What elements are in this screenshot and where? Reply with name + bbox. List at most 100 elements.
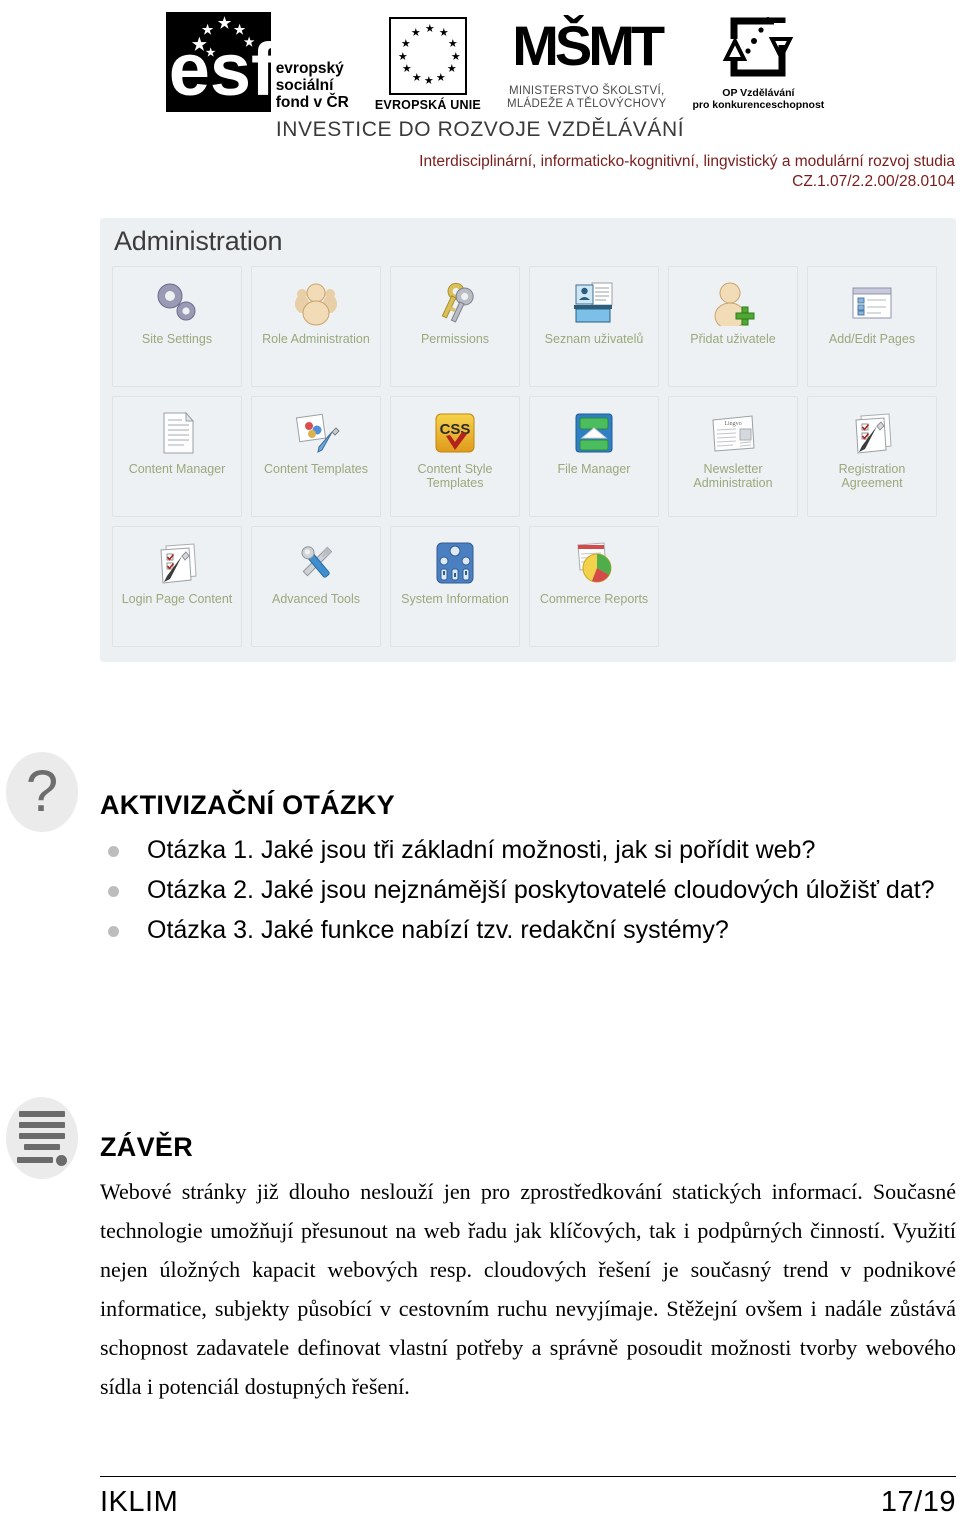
admin-tile-label: Content Style Templates [417, 462, 493, 490]
svg-text:Lingvo: Lingvo [724, 421, 741, 427]
admin-tile-label: Registration Agreement [838, 462, 906, 490]
eu-stars-icon: ★ ★ ★ ★ ★ ★ ★ ★ ★ ★ ★ ★ [388, 17, 467, 95]
esf-logo-mark: ★ ★ ★ ★ ★ ★ esf [165, 12, 276, 112]
conclusion-heading: ZÁVĚR [100, 1132, 194, 1162]
window-list-icon [848, 280, 896, 326]
msmt-logo-mark: MŠMT [512, 14, 665, 77]
eu-logo: ★ ★ ★ ★ ★ ★ ★ ★ ★ ★ ★ ★ EVROPSKÁ UNIE [375, 17, 481, 112]
template-pencil-icon [292, 410, 340, 456]
admin-tile-registration-agreement[interactable]: Registration Agreement [807, 396, 937, 517]
admin-tile-label: Site Settings [141, 332, 213, 346]
admin-tile-content-templates[interactable]: Content Templates [251, 396, 381, 517]
list-dot-icon [56, 1154, 67, 1166]
admin-tile-system-information[interactable]: System Information [390, 526, 520, 647]
admin-tile-label: Přidat uživatele [690, 332, 776, 346]
admin-panel-title: Administration [114, 226, 283, 256]
admin-tile-grid: Site Settings Role Administration Permis… [100, 257, 956, 647]
list-lines-icon [6, 1097, 78, 1179]
admin-tile-role-administration[interactable]: Role Administration [251, 266, 381, 387]
esf-logo: ★ ★ ★ ★ ★ ★ esf evropský sociální fond v… [165, 8, 349, 112]
page-footer: IKLIM 17/19 [100, 1476, 956, 1519]
admin-tile-add-edit-pages[interactable]: Add/Edit Pages [807, 266, 937, 387]
project-title: Interdisciplinární, informaticko-kogniti… [419, 153, 955, 170]
op-logo-caption: OP Vzdělávání pro konkurenceschopnost [692, 87, 824, 111]
msmt-caption-line-1: MINISTERSTVO ŠKOLSTVÍ, [508, 85, 665, 97]
project-code: CZ.1.07/2.2.00/28.0104 [792, 173, 955, 190]
list-bar [17, 1157, 53, 1163]
admin-screenshot-panel: Administration Site Settings Role Admini… [100, 218, 956, 662]
admin-tile-label: Commerce Reports [539, 592, 649, 606]
list-last-row [17, 1154, 67, 1166]
admin-tile-login-page-content[interactable]: Login Page Content [112, 526, 242, 647]
page-number: 17/19 [880, 1486, 956, 1518]
question-text: Otázka 2. Jaké jsou nejznámější poskytov… [147, 876, 935, 904]
admin-tile-label: Seznam uživatelů [544, 332, 644, 346]
admin-tile-row: Site Settings Role Administration Permis… [112, 266, 956, 387]
op-logo-mark-icon [720, 13, 796, 87]
esf-caption-line-3: fond v ČR [275, 94, 349, 111]
admin-tile-row: Content Manager Content Templates CSS Co… [112, 396, 956, 517]
footer-project-name: IKLIM [100, 1486, 179, 1518]
list-bar [19, 1121, 65, 1128]
admin-tile-label: Add/Edit Pages [828, 332, 916, 346]
question-text: Otázka 1. Jaké jsou tři základní možnost… [147, 836, 816, 864]
admin-tile-content-manager[interactable]: Content Manager [112, 396, 242, 517]
admin-tile-label: File Manager [557, 462, 631, 476]
admin-tile-label: System Information [401, 592, 509, 606]
admin-tile-content-style-templates[interactable]: CSS Content Style Templates [390, 396, 520, 517]
users-group-icon [292, 280, 340, 326]
admin-tile-site-settings[interactable]: Site Settings [112, 266, 242, 387]
list-bar [19, 1110, 65, 1117]
admin-tile-seznam-uzivatelu[interactable]: Seznam uživatelů [529, 266, 659, 387]
user-list-icon [570, 280, 618, 326]
admin-tile-pridat-uzivatele[interactable]: Přidat uživatele [668, 266, 798, 387]
newspaper-icon: Lingvo [709, 410, 757, 456]
msmt-caption-line-2: MLÁDEŽE A TĚLOVÝCHOVY [506, 98, 667, 110]
gauges-panel-icon [431, 540, 479, 586]
list-item: Otázka 2. Jaké jsou nejznámější poskytov… [100, 871, 956, 909]
esf-logo-letters: esf [168, 28, 276, 111]
css-icon: CSS [431, 410, 479, 456]
msmt-logo-caption: MINISTERSTVO ŠKOLSTVÍ, MLÁDEŽE A TĚLOVÝC… [507, 85, 666, 111]
bullet-icon [108, 846, 119, 857]
pie-chart-report-icon [570, 540, 618, 586]
keys-icon [431, 280, 479, 326]
op-caption-line-2: pro konkurenceschopnost [692, 99, 825, 111]
list-item: Otázka 3. Jaké funkce nabízí tzv. redakč… [100, 911, 956, 949]
gears-icon [153, 280, 201, 326]
footer-row: IKLIM 17/19 [100, 1477, 956, 1519]
admin-tile-label: Content Manager [128, 462, 226, 476]
admin-tile-newsletter-administration[interactable]: Lingvo Newsletter Administration [668, 396, 798, 517]
investice-slogan: INVESTICE DO ROZVOJE VZDĚLÁVÁNÍ [275, 118, 685, 141]
logo-row: ★ ★ ★ ★ ★ ★ esf evropský sociální fond v… [0, 4, 960, 112]
bullet-icon [108, 926, 119, 937]
admin-tile-label: Newsletter Administration [693, 462, 773, 490]
esf-caption-line-2: sociální [275, 77, 334, 94]
project-info: Interdisciplinární, informaticko-kogniti… [0, 152, 960, 192]
tools-icon [292, 540, 340, 586]
esf-caption-line-1: evropský [275, 60, 344, 77]
admin-tile-label: Permissions [420, 332, 490, 346]
admin-tile-label: Login Page Content [121, 592, 233, 606]
checklist-pen-icon [153, 540, 201, 586]
admin-tile-file-manager[interactable]: File Manager [529, 396, 659, 517]
msmt-logo: MŠMT MINISTERSTVO ŠKOLSTVÍ, MLÁDEŽE A TĚ… [507, 7, 666, 112]
question-text: Otázka 3. Jaké funkce nabízí tzv. redakč… [147, 916, 729, 944]
admin-tile-commerce-reports[interactable]: Commerce Reports [529, 526, 659, 647]
activation-questions-section: AKTIVIZAČNÍ OTÁZKY Otázka 1. Jaké jsou t… [100, 790, 956, 951]
conclusion-body: Webové stránky již dlouho neslouží jen p… [100, 1179, 956, 1399]
op-arrows-icon [723, 17, 794, 77]
admin-tile-advanced-tools[interactable]: Advanced Tools [251, 526, 381, 647]
admin-tile-row: Login Page Content Advanced Tools System… [112, 526, 956, 647]
admin-tile-label: Advanced Tools [271, 592, 361, 606]
file-drawer-icon [570, 410, 618, 456]
esf-logo-caption: evropský sociální fond v ČR [276, 60, 349, 112]
list-bar [19, 1132, 65, 1139]
admin-tile-label: Role Administration [262, 332, 370, 346]
list-item: Otázka 1. Jaké jsou tři základní možnost… [100, 831, 956, 869]
add-user-icon [709, 280, 757, 330]
admin-tile-label: Content Templates [264, 462, 368, 476]
checklist-pen-icon [848, 410, 896, 456]
document-header: ★ ★ ★ ★ ★ ★ esf evropský sociální fond v… [0, 0, 960, 192]
admin-tile-permissions[interactable]: Permissions [390, 266, 520, 387]
